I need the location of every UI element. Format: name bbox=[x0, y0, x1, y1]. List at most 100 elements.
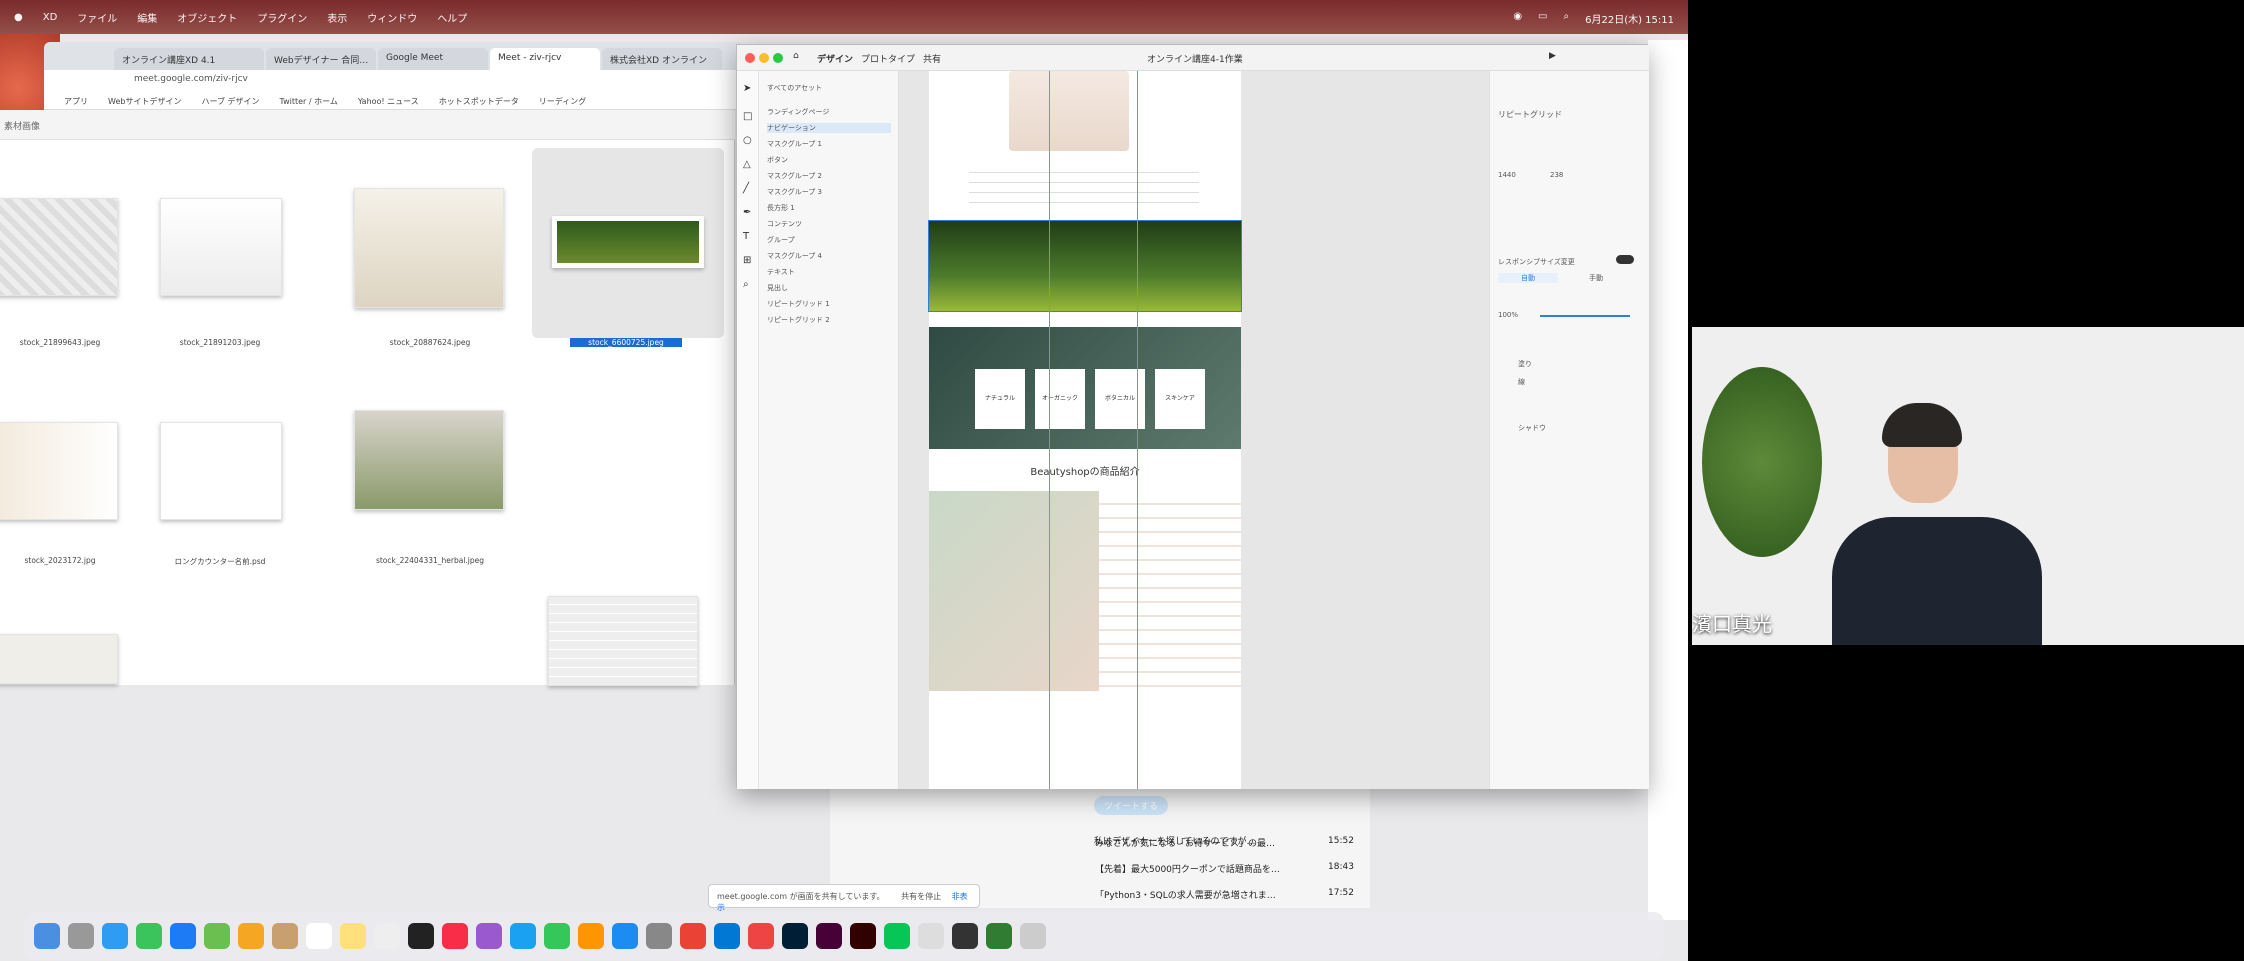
zoom-button[interactable] bbox=[773, 53, 783, 63]
features-section[interactable]: ナチュラル オーガニック ボタニカル スキンケア bbox=[929, 327, 1241, 449]
file-name[interactable]: stock_2023172.jpg bbox=[0, 556, 150, 565]
play-icon[interactable]: ▶ bbox=[1549, 51, 1556, 61]
bookmark[interactable]: ホットスポットデータ bbox=[439, 96, 519, 109]
wifi-icon[interactable]: ◉ bbox=[1513, 11, 1522, 26]
layer-item[interactable]: ボタン bbox=[767, 155, 788, 165]
menu-item-plugins[interactable]: プラグイン bbox=[257, 10, 307, 25]
artboard[interactable]: ナチュラル オーガニック ボタニカル スキンケア Beautyshopの商品紹介 bbox=[928, 71, 1242, 789]
layer-item-selected[interactable]: ナビゲーション bbox=[767, 123, 891, 133]
terminal-icon[interactable] bbox=[952, 923, 978, 949]
bookmark[interactable]: Twitter / ホーム bbox=[280, 96, 338, 109]
triangle-tool-icon[interactable]: △ bbox=[743, 159, 751, 170]
launchpad-icon[interactable] bbox=[68, 923, 94, 949]
repeat-grid-button[interactable]: リピートグリッド bbox=[1498, 109, 1562, 120]
layer-item[interactable]: ランディングページ bbox=[767, 107, 829, 117]
layer-item[interactable]: マスクグループ 4 bbox=[767, 251, 822, 261]
document-title[interactable]: オンライン講座4-1作業 bbox=[1147, 52, 1243, 65]
menu-item-window[interactable]: ウィンドウ bbox=[367, 10, 417, 25]
shadow-label[interactable]: シャドウ bbox=[1518, 423, 1546, 433]
file-thumbnail[interactable] bbox=[0, 422, 118, 520]
notes-icon[interactable] bbox=[340, 923, 366, 949]
file-thumbnail[interactable] bbox=[160, 422, 282, 520]
photoshop-icon[interactable] bbox=[782, 923, 808, 949]
numbers-icon[interactable] bbox=[544, 923, 570, 949]
illustrator-icon[interactable] bbox=[850, 923, 876, 949]
hero-image[interactable] bbox=[1009, 71, 1129, 151]
width-field[interactable]: 1440 bbox=[1498, 171, 1516, 179]
line-icon[interactable] bbox=[884, 923, 910, 949]
bookmark[interactable]: Webサイトデザイン bbox=[108, 96, 181, 109]
chrome-icon[interactable] bbox=[680, 923, 706, 949]
bookmark[interactable]: ハーブ デザイン bbox=[201, 96, 259, 109]
close-button[interactable] bbox=[745, 53, 755, 63]
tab-share[interactable]: 共有 bbox=[923, 52, 941, 65]
messages-icon[interactable] bbox=[136, 923, 162, 949]
file-thumbnail[interactable] bbox=[548, 596, 698, 686]
pen-tool-icon[interactable]: ✒ bbox=[743, 207, 751, 218]
design-canvas[interactable]: ナチュラル オーガニック ボタニカル スキンケア Beautyshopの商品紹介 bbox=[899, 71, 1489, 789]
line-tool-icon[interactable]: ╱ bbox=[743, 183, 749, 194]
minimize-button[interactable] bbox=[759, 53, 769, 63]
calendar-icon[interactable] bbox=[306, 923, 332, 949]
layer-item[interactable]: コンテンツ bbox=[767, 219, 802, 229]
pages-icon[interactable] bbox=[578, 923, 604, 949]
safari-icon[interactable] bbox=[102, 923, 128, 949]
artboard-tool-icon[interactable]: ⊞ bbox=[743, 255, 751, 266]
auto-tab[interactable]: 自動 bbox=[1498, 273, 1558, 283]
responsive-toggle[interactable] bbox=[1616, 255, 1634, 264]
select-tool-icon[interactable]: ➤ bbox=[743, 83, 751, 94]
maps-icon[interactable] bbox=[204, 923, 230, 949]
menu-item-app[interactable]: XD bbox=[43, 12, 58, 23]
menu-item-file[interactable]: ファイル bbox=[77, 10, 117, 25]
clock[interactable]: 6月22日(木) 15:11 bbox=[1585, 11, 1674, 26]
file-name[interactable]: stock_21891203.jpeg bbox=[130, 338, 310, 347]
menu-item-edit[interactable]: 編集 bbox=[137, 10, 157, 25]
vscode-icon[interactable] bbox=[714, 923, 740, 949]
file-thumbnail[interactable] bbox=[0, 634, 118, 684]
music-icon[interactable] bbox=[442, 923, 468, 949]
menu-item-view[interactable]: 表示 bbox=[327, 10, 347, 25]
rectangle-tool-icon[interactable]: □ bbox=[743, 111, 752, 122]
contacts-icon[interactable] bbox=[272, 923, 298, 949]
reminders-icon[interactable] bbox=[374, 923, 400, 949]
file-thumbnail-selected[interactable] bbox=[552, 216, 704, 268]
product-image[interactable] bbox=[929, 491, 1099, 691]
height-field[interactable]: 238 bbox=[1550, 171, 1563, 179]
menu-item-object[interactable]: オブジェクト bbox=[177, 10, 237, 25]
manual-tab[interactable]: 手動 bbox=[1566, 273, 1626, 283]
photos-icon[interactable] bbox=[238, 923, 264, 949]
news-item[interactable]: 【先着】最大5000円クーポンで話題商品を… bbox=[1095, 862, 1280, 875]
browser-tab[interactable]: 株式会社XD オンライン bbox=[602, 48, 722, 70]
file-name[interactable]: stock_20887624.jpeg bbox=[340, 338, 520, 347]
file-name-selected[interactable]: stock_6600725.jpeg bbox=[570, 338, 682, 347]
product-list[interactable] bbox=[1099, 491, 1241, 691]
search-icon[interactable]: ⌕ bbox=[1564, 11, 1570, 26]
layer-item[interactable]: 見出し bbox=[767, 283, 788, 293]
news-item[interactable]: みなさんが気になる「お得サービス」の最… bbox=[1095, 836, 1275, 849]
file-name[interactable]: ロングカウンター名前.psd bbox=[130, 556, 310, 567]
apple-menu[interactable]: ● bbox=[14, 12, 23, 23]
file-thumbnail[interactable] bbox=[354, 188, 504, 308]
news-item[interactable]: 「Python3・SQLの求人需要が急増されま… bbox=[1095, 888, 1276, 901]
stop-share-button[interactable]: 共有を停止 bbox=[901, 892, 941, 901]
layer-item[interactable]: リピートグリッド 1 bbox=[767, 299, 830, 309]
home-icon[interactable]: ⌂ bbox=[793, 51, 799, 61]
layers-search[interactable]: すべてのアセット bbox=[767, 83, 822, 93]
fill-label[interactable]: 塗り bbox=[1518, 359, 1532, 369]
feature-card[interactable]: ナチュラル bbox=[975, 369, 1025, 429]
clock-icon[interactable] bbox=[918, 923, 944, 949]
app-store-icon[interactable] bbox=[612, 923, 638, 949]
layer-item[interactable]: 長方形 1 bbox=[767, 203, 795, 213]
browser-tab[interactable]: Google Meet bbox=[378, 48, 488, 70]
browser-tab-active[interactable]: Meet - ziv-rjcv bbox=[490, 48, 600, 70]
mail-icon[interactable] bbox=[170, 923, 196, 949]
tab-prototype[interactable]: プロトタイプ bbox=[861, 52, 915, 65]
layer-item[interactable]: マスクグループ 1 bbox=[767, 139, 822, 149]
figma-icon[interactable] bbox=[748, 923, 774, 949]
file-thumbnail[interactable] bbox=[354, 410, 504, 510]
battery-icon[interactable]: ▭ bbox=[1538, 11, 1547, 26]
app-icon[interactable] bbox=[986, 923, 1012, 949]
layer-item[interactable]: マスクグループ 2 bbox=[767, 171, 822, 181]
border-label[interactable]: 線 bbox=[1518, 377, 1525, 387]
forest-banner-image[interactable] bbox=[928, 220, 1242, 312]
